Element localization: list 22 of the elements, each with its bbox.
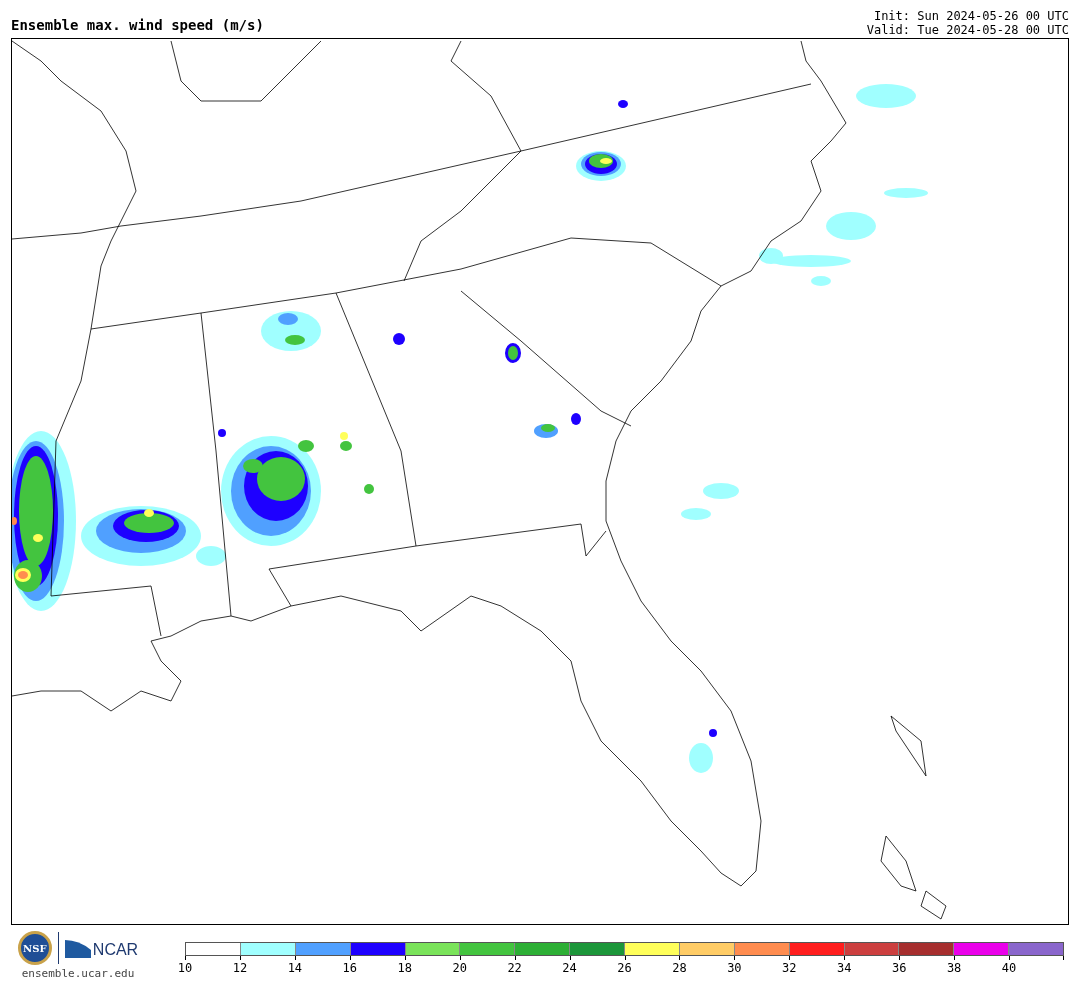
- scale-tick-label: 36: [891, 962, 907, 974]
- scale-tick-label: 28: [672, 962, 687, 974]
- scale-tick-label: 22: [507, 962, 522, 974]
- scale-tick-label: 20: [452, 962, 467, 974]
- scale-tick-label: 26: [617, 962, 632, 974]
- scale-tick-label: 32: [782, 962, 797, 974]
- scale-tick-label: 16: [342, 962, 358, 974]
- scale-tick-label: 38: [946, 962, 962, 974]
- ncar-logo: NCAR: [64, 938, 139, 958]
- scale-tick-label: 10: [177, 962, 193, 974]
- scale-tick-label: 14: [287, 962, 303, 974]
- init-time: Init: Sun 2024-05-26 00 UTC: [873, 9, 1069, 23]
- scale-tick-label: 40: [1001, 962, 1017, 974]
- chart-title: Ensemble max. wind speed (m/s): [11, 18, 264, 35]
- site-url: ensemble.ucar.edu: [21, 967, 135, 981]
- scale-tick-label: 24: [562, 962, 577, 974]
- scale-tick-label: 34: [837, 962, 852, 974]
- scale-tick-label: 18: [397, 962, 412, 974]
- valid-time: Valid: Tue 2024-05-28 00 UTC: [866, 23, 1069, 37]
- scale-tick-label: 12: [232, 962, 248, 974]
- scale-tick-label: 30: [727, 962, 742, 974]
- seal-logo: NSF: [17, 931, 52, 965]
